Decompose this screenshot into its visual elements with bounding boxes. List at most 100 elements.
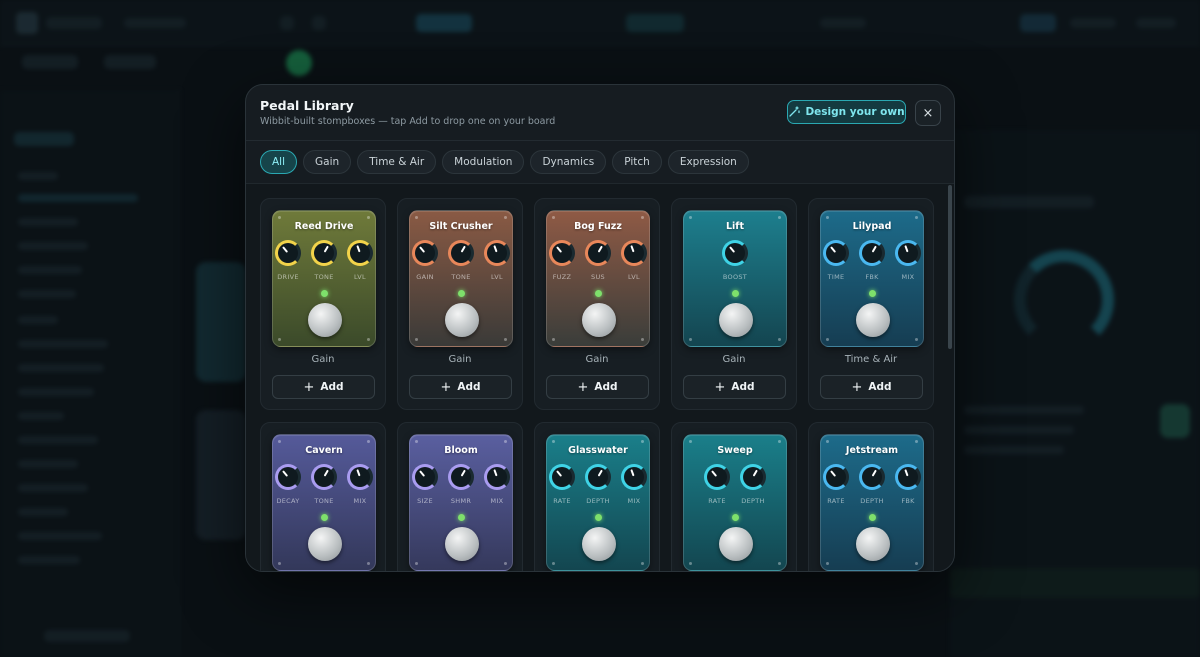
knob-label: RATE: [827, 497, 845, 505]
filter-chip-expression[interactable]: Expression: [667, 150, 749, 174]
knob-control[interactable]: DEPTH: [740, 464, 766, 505]
knob-dial[interactable]: [412, 240, 438, 266]
knob-indicator: [904, 245, 909, 253]
scrollbar[interactable]: [948, 185, 952, 349]
filter-chip-time-air[interactable]: Time & Air: [357, 150, 437, 174]
bg-topbar: [0, 0, 1200, 46]
knob-dial[interactable]: [484, 464, 510, 490]
knob-indicator: [729, 246, 736, 253]
footswitch[interactable]: [582, 527, 616, 561]
knob-dial[interactable]: [585, 240, 611, 266]
knob-control[interactable]: BOOST: [722, 240, 748, 281]
close-icon: ×: [922, 105, 934, 121]
knob-dial[interactable]: [823, 464, 849, 490]
pedal-name: Reed Drive: [294, 221, 354, 232]
knob-label: RATE: [708, 497, 726, 505]
bg-block: [626, 14, 684, 32]
filter-chip-dynamics[interactable]: Dynamics: [530, 150, 607, 174]
knob-dial[interactable]: [823, 240, 849, 266]
knob-indicator: [460, 469, 466, 477]
knob-dial[interactable]: [412, 464, 438, 490]
footswitch[interactable]: [308, 303, 342, 337]
knob-label: FBK: [865, 273, 879, 281]
knob-dial[interactable]: [585, 464, 611, 490]
knob-control[interactable]: TONE: [311, 240, 337, 281]
knob-dial[interactable]: [448, 240, 474, 266]
footswitch[interactable]: [719, 527, 753, 561]
filter-chip-modulation[interactable]: Modulation: [442, 150, 525, 174]
knob-dial[interactable]: [549, 464, 575, 490]
bg-block: [416, 14, 472, 32]
modal-title: Pedal Library: [260, 98, 354, 113]
footswitch[interactable]: [445, 527, 479, 561]
knob-indicator: [356, 469, 361, 477]
close-button[interactable]: ×: [915, 100, 941, 126]
knob-control[interactable]: DEPTH: [859, 464, 885, 505]
design-your-own-button[interactable]: Design your own: [787, 100, 906, 124]
add-pedal-button[interactable]: + Add: [546, 375, 649, 399]
knob-control[interactable]: TONE: [448, 240, 474, 281]
knob-control[interactable]: TONE: [311, 464, 337, 505]
add-pedal-button[interactable]: + Add: [820, 375, 923, 399]
footswitch[interactable]: [445, 303, 479, 337]
footswitch[interactable]: [308, 527, 342, 561]
knob-dial[interactable]: [895, 464, 921, 490]
knob-dial[interactable]: [859, 240, 885, 266]
screw: [689, 440, 692, 443]
add-pedal-button[interactable]: + Add: [272, 375, 375, 399]
knob-dial[interactable]: [347, 240, 373, 266]
knob-dial[interactable]: [275, 240, 301, 266]
knob-control[interactable]: RATE: [823, 464, 849, 505]
knob-dial[interactable]: [275, 464, 301, 490]
filter-chip-label: Pitch: [624, 156, 650, 168]
knob-dial[interactable]: [311, 240, 337, 266]
knob-control[interactable]: FUZZ: [549, 240, 575, 281]
add-pedal-button[interactable]: + Add: [409, 375, 512, 399]
knob-row: TIME FBK MIX: [821, 240, 923, 281]
knob-control[interactable]: SUS: [585, 240, 611, 281]
knob-control[interactable]: DECAY: [275, 464, 301, 505]
knob-control[interactable]: TIME: [823, 240, 849, 281]
knob-control[interactable]: DEPTH: [585, 464, 611, 505]
knob-control[interactable]: FBK: [859, 240, 885, 281]
bg-block: [964, 196, 1094, 208]
plus-icon: +: [714, 379, 726, 395]
knob-control[interactable]: SIZE: [412, 464, 438, 505]
knob-dial[interactable]: [621, 464, 647, 490]
knob-control[interactable]: MIX: [895, 240, 921, 281]
add-pedal-button[interactable]: + Add: [683, 375, 786, 399]
knob-dial[interactable]: [549, 240, 575, 266]
knob-dial[interactable]: [484, 240, 510, 266]
footswitch[interactable]: [856, 303, 890, 337]
knob-control[interactable]: RATE: [704, 464, 730, 505]
knob-dial[interactable]: [448, 464, 474, 490]
knob-control[interactable]: MIX: [347, 464, 373, 505]
footswitch[interactable]: [719, 303, 753, 337]
knob-dial[interactable]: [311, 464, 337, 490]
knob-dial[interactable]: [859, 464, 885, 490]
knob-control[interactable]: LVL: [484, 240, 510, 281]
status-led: [321, 514, 328, 521]
footswitch[interactable]: [582, 303, 616, 337]
knob-control[interactable]: FBK: [895, 464, 921, 505]
knob-dial[interactable]: [621, 240, 647, 266]
knob-dial[interactable]: [347, 464, 373, 490]
knob-dial[interactable]: [895, 240, 921, 266]
filter-chip-all[interactable]: All: [260, 150, 298, 174]
bg-row: [18, 484, 88, 492]
knob-dial[interactable]: [722, 240, 748, 266]
knob-dial[interactable]: [704, 464, 730, 490]
knob-control[interactable]: MIX: [484, 464, 510, 505]
knob-control[interactable]: GAIN: [412, 240, 438, 281]
knob-control[interactable]: LVL: [347, 240, 373, 281]
knob-control[interactable]: LVL: [621, 240, 647, 281]
knob-row: GAIN TONE LVL: [410, 240, 512, 281]
footswitch[interactable]: [856, 527, 890, 561]
knob-control[interactable]: SHMR: [448, 464, 474, 505]
knob-control[interactable]: DRIVE: [275, 240, 301, 281]
knob-control[interactable]: MIX: [621, 464, 647, 505]
knob-dial[interactable]: [740, 464, 766, 490]
filter-chip-pitch[interactable]: Pitch: [612, 150, 662, 174]
filter-chip-gain[interactable]: Gain: [303, 150, 352, 174]
knob-control[interactable]: RATE: [549, 464, 575, 505]
